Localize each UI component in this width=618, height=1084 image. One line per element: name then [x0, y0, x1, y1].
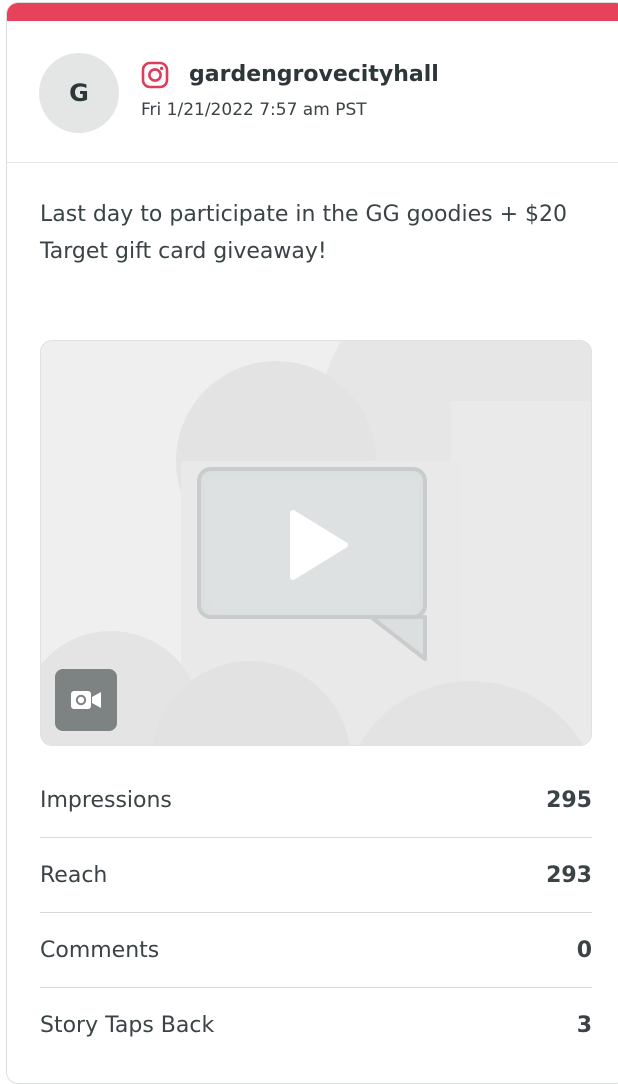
username[interactable]: gardengrovecityhall	[189, 61, 439, 89]
post-card: G gardengrovecityhall Fri 1/21/2022 7:57…	[6, 2, 618, 1084]
stat-label: Impressions	[40, 787, 172, 813]
stat-story-taps-back: Story Taps Back 3	[40, 988, 592, 1062]
stat-label: Comments	[40, 937, 160, 963]
avatar-initial: G	[69, 79, 89, 107]
stat-reach: Reach 293	[40, 838, 592, 913]
post-caption: Last day to participate in the GG goodie…	[40, 202, 568, 264]
stat-label: Reach	[40, 862, 108, 888]
stat-label: Story Taps Back	[40, 1012, 215, 1038]
accent-bar	[7, 3, 618, 21]
instagram-icon	[141, 61, 169, 89]
post-timestamp: Fri 1/21/2022 7:57 am PST	[141, 100, 367, 120]
post-header: G gardengrovecityhall Fri 1/21/2022 7:57…	[7, 21, 618, 163]
stat-comments: Comments 0	[40, 913, 592, 988]
video-camera-icon	[55, 669, 117, 731]
stat-value: 0	[576, 937, 592, 963]
media-placeholder-graphic	[41, 341, 591, 745]
stat-value: 295	[546, 787, 592, 813]
stat-impressions: Impressions 295	[40, 763, 592, 838]
avatar[interactable]: G	[39, 53, 119, 133]
video-thumbnail[interactable]	[40, 340, 592, 746]
stat-value: 293	[546, 862, 592, 888]
stat-value: 3	[576, 1012, 592, 1038]
post-stats: Impressions 295 Reach 293 Comments 0 Sto…	[40, 763, 592, 1062]
